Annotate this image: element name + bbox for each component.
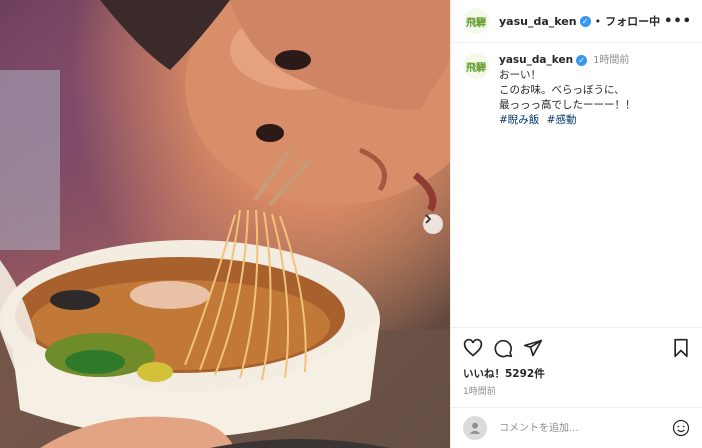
caption-line: このお味。べらっぼうに、 (499, 84, 625, 96)
hashtag-link[interactable]: #感動 (547, 114, 577, 126)
avatar[interactable]: 飛騨 (463, 8, 489, 34)
post: 飛騨 yasu_da_ken ✓ • フォロー中 ••• 飛騨 yasu_da_… (0, 0, 702, 448)
user-icon (469, 422, 481, 434)
following-button[interactable]: フォロー中 (605, 13, 660, 29)
caption-avatar-logo-text: 飛騨 (466, 62, 486, 74)
comment-box (451, 407, 702, 448)
avatar-logo-text: 飛騨 (466, 17, 486, 29)
action-bar: いいね！5292件 1時間前 (451, 327, 702, 407)
like-count[interactable]: いいね！5292件 (463, 366, 690, 381)
hashtags: #睨み飯 #感動 (499, 113, 636, 128)
more-options-button[interactable]: ••• (664, 14, 692, 29)
next-photo-button[interactable] (423, 214, 443, 234)
caption-header: yasu_da_ken ✓ 1時間前 (499, 53, 636, 68)
emoji-button[interactable] (672, 419, 690, 437)
header-separator: • (594, 14, 602, 28)
caption-line: 最っっっ高でしたーーー！！ (499, 99, 636, 111)
comment-input[interactable] (497, 421, 672, 435)
heart-icon (463, 338, 483, 357)
comment-button[interactable] (493, 338, 513, 358)
hashtag-link[interactable]: #睨み飯 (499, 114, 539, 126)
caption-body: yasu_da_ken ✓ 1時間前 おーい！ このお味。べらっぼうに、 最っっ… (499, 53, 636, 128)
current-user-avatar (463, 416, 487, 440)
post-time[interactable]: 1時間前 (463, 384, 690, 397)
post-side-panel: 飛騨 yasu_da_ken ✓ • フォロー中 ••• 飛騨 yasu_da_… (450, 0, 702, 448)
caption-line: おーい！ (499, 69, 541, 81)
comments-area (451, 128, 702, 327)
share-icon (523, 339, 543, 357)
caption-avatar[interactable]: 飛騨 (463, 53, 489, 79)
share-button[interactable] (523, 338, 543, 358)
post-photo[interactable] (0, 0, 450, 448)
caption-time[interactable]: 1時間前 (593, 53, 629, 68)
verified-icon: ✓ (579, 15, 591, 27)
like-button[interactable] (463, 338, 483, 358)
verified-icon: ✓ (576, 55, 588, 66)
photo-illustration (0, 0, 450, 448)
caption-username[interactable]: yasu_da_ken (499, 53, 573, 68)
bookmark-icon (674, 338, 688, 358)
emoji-icon (672, 419, 690, 437)
caption: 飛騨 yasu_da_ken ✓ 1時間前 おーい！ このお味。べらっぼうに、 … (451, 43, 702, 128)
action-icons (463, 336, 690, 360)
chevron-right-icon (425, 214, 432, 224)
header-username[interactable]: yasu_da_ken (499, 15, 577, 28)
comment-icon (494, 339, 513, 358)
save-button[interactable] (672, 338, 690, 358)
post-header: 飛騨 yasu_da_ken ✓ • フォロー中 ••• (451, 0, 702, 43)
